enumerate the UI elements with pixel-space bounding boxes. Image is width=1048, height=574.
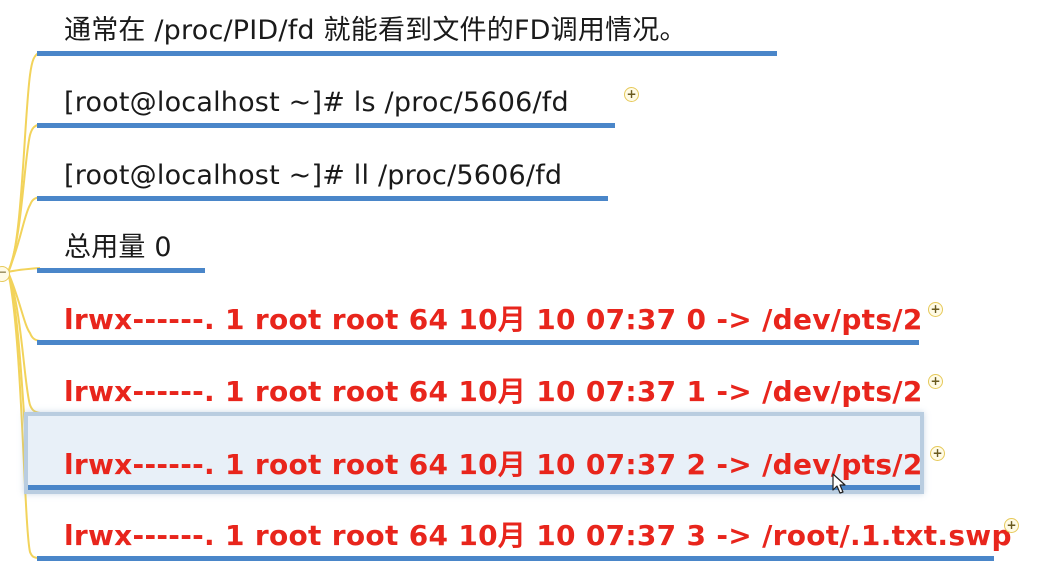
expand-plus-icon[interactable]: +	[624, 87, 639, 102]
topic-label: lrwx------. 1 root root 64 10月 10 07:37 …	[64, 375, 923, 408]
topic-label: [root@localhost ~]# ls /proc/5606/fd	[64, 87, 569, 118]
expand-plus-icon[interactable]: +	[1004, 518, 1019, 533]
connector-to-node-1	[7, 51, 41, 273]
topic-label: 通常在 /proc/PID/fd 就能看到文件的FD调用情况。	[64, 15, 687, 46]
mindmap-canvas: − 通常在 /proc/PID/fd 就能看到文件的FD调用情况。 [root@…	[0, 0, 1048, 574]
topic-node-fd-2[interactable]: lrwx------. 1 root root 64 10月 10 07:37 …	[28, 416, 923, 490]
topic-node-ll-command[interactable]: [root@localhost ~]# ll /proc/5606/fd	[37, 160, 608, 201]
topic-label: [root@localhost ~]# ll /proc/5606/fd	[64, 160, 563, 191]
topic-node-fd-1[interactable]: lrwx------. 1 root root 64 10月 10 07:37 …	[37, 375, 922, 417]
topic-node-fd-0[interactable]: lrwx------. 1 root root 64 10月 10 07:37 …	[37, 303, 922, 345]
topic-node-total[interactable]: 总用量 0	[37, 232, 205, 273]
topic-label: lrwx------. 1 root root 64 10月 10 07:37 …	[64, 519, 1012, 552]
mouse-pointer-icon	[832, 473, 846, 494]
topic-label: 总用量 0	[64, 232, 172, 263]
topic-label: lrwx------. 1 root root 64 10月 10 07:37 …	[64, 448, 923, 481]
topic-label: lrwx------. 1 root root 64 10月 10 07:37 …	[64, 303, 923, 336]
connector-to-node-3	[7, 196, 41, 273]
expand-plus-icon[interactable]: +	[928, 302, 943, 317]
expand-plus-icon[interactable]: +	[928, 374, 943, 389]
expand-plus-icon[interactable]: +	[930, 446, 945, 461]
connector-to-node-4	[7, 267, 41, 273]
topic-node-fd-intro[interactable]: 通常在 /proc/PID/fd 就能看到文件的FD调用情况。	[37, 15, 777, 56]
topic-node-ls-command[interactable]: [root@localhost ~]# ls /proc/5606/fd	[37, 87, 615, 128]
topic-node-fd-3[interactable]: lrwx------. 1 root root 64 10月 10 07:37 …	[37, 519, 1011, 561]
